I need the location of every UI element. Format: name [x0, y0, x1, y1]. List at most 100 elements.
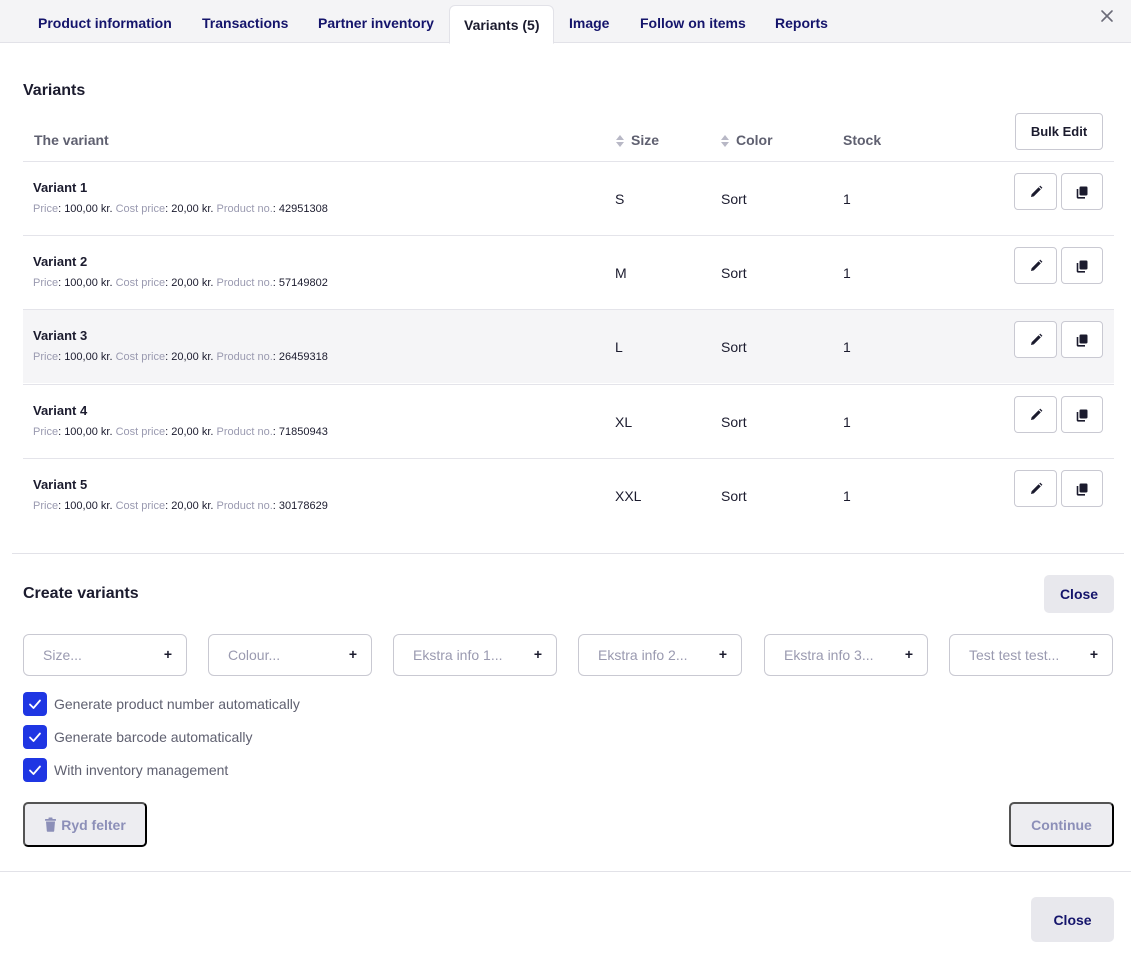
- product-no-value: 71850943: [278, 426, 328, 438]
- variant-meta: Price: 100,00 kr. Cost price: 20,00 kr. …: [33, 203, 328, 215]
- column-header-stock: Stock: [843, 132, 882, 148]
- create-variants-title: Create variants: [23, 585, 139, 602]
- table-row: Variant 4 Price: 100,00 kr. Cost price: …: [23, 384, 1114, 458]
- product-no-label: Product no.: [216, 500, 273, 512]
- variant-size: XL: [615, 414, 633, 430]
- extra-info-3-input[interactable]: Ekstra info 3... +: [764, 634, 928, 676]
- close-dialog-button[interactable]: Close: [1031, 897, 1114, 942]
- variant-stock: 1: [843, 488, 851, 504]
- colour-attribute-input[interactable]: Colour... +: [208, 634, 372, 676]
- price-label: Price: [33, 426, 59, 438]
- product-no-label: Product no.: [216, 426, 273, 438]
- cost-price-value: 20,00 kr.: [171, 277, 214, 289]
- bulk-edit-button[interactable]: Bulk Edit: [1015, 113, 1103, 150]
- edit-variant-button[interactable]: [1014, 247, 1057, 284]
- size-attribute-input[interactable]: Size... +: [23, 634, 187, 676]
- tab-variants[interactable]: Variants (5): [449, 5, 555, 44]
- variant-stock: 1: [843, 191, 851, 207]
- cost-price-label: Cost price: [115, 500, 166, 512]
- edit-variant-button[interactable]: [1014, 396, 1057, 433]
- table-row: Variant 1 Price: 100,00 kr. Cost price: …: [23, 161, 1114, 235]
- column-header-variant: The variant: [34, 132, 109, 148]
- sort-icon: [721, 135, 729, 148]
- table-row: Variant 3 Price: 100,00 kr. Cost price: …: [23, 309, 1114, 383]
- checkbox-label: Generate barcode automatically: [54, 729, 253, 745]
- column-header-color[interactable]: Color: [720, 132, 773, 148]
- variant-color: Sort: [721, 488, 747, 504]
- product-no-label: Product no.: [216, 203, 273, 215]
- edit-variant-button[interactable]: [1014, 173, 1057, 210]
- plus-icon[interactable]: +: [534, 646, 542, 662]
- plus-icon[interactable]: +: [1090, 646, 1098, 662]
- variant-name: Variant 1: [33, 180, 88, 195]
- test-attribute-input[interactable]: Test test test... +: [949, 634, 1113, 676]
- edit-variant-button[interactable]: [1014, 470, 1057, 507]
- product-no-label: Product no.: [216, 351, 273, 363]
- cost-price-label: Cost price: [115, 203, 166, 215]
- plus-icon[interactable]: +: [349, 646, 357, 662]
- edit-variant-button[interactable]: [1014, 321, 1057, 358]
- generate-product-number-checkbox-row[interactable]: Generate product number automatically: [23, 692, 300, 716]
- inventory-management-checkbox[interactable]: [23, 758, 47, 782]
- price-value: 100,00 kr.: [64, 426, 113, 438]
- footer-divider: [0, 871, 1131, 872]
- column-header-color-label: Color: [736, 132, 773, 148]
- close-icon[interactable]: [1099, 8, 1115, 24]
- variant-size: L: [615, 339, 623, 355]
- pencil-icon: [1030, 333, 1042, 345]
- table-row: Variant 2 Price: 100,00 kr. Cost price: …: [23, 235, 1114, 309]
- cost-price-value: 20,00 kr.: [171, 500, 214, 512]
- price-value: 100,00 kr.: [64, 203, 113, 215]
- cost-price-value: 20,00 kr.: [171, 203, 214, 215]
- pencil-icon: [1030, 482, 1042, 494]
- plus-icon[interactable]: +: [719, 646, 727, 662]
- variant-meta: Price: 100,00 kr. Cost price: 20,00 kr. …: [33, 277, 328, 289]
- generate-barcode-checkbox[interactable]: [23, 725, 47, 749]
- product-no-value: 26459318: [278, 351, 328, 363]
- price-value: 100,00 kr.: [64, 351, 113, 363]
- variant-size: S: [615, 191, 625, 207]
- tab-product-information[interactable]: Product information: [38, 0, 172, 43]
- column-header-size[interactable]: Size: [615, 132, 659, 148]
- attribute-placeholder: Colour...: [228, 647, 281, 663]
- price-label: Price: [33, 203, 59, 215]
- cost-price-value: 20,00 kr.: [171, 351, 214, 363]
- variant-color: Sort: [721, 191, 747, 207]
- variant-name: Variant 2: [33, 254, 88, 269]
- tab-image[interactable]: Image: [569, 0, 609, 43]
- plus-icon[interactable]: +: [164, 646, 172, 662]
- inventory-management-checkbox-row[interactable]: With inventory management: [23, 758, 228, 782]
- generate-barcode-checkbox-row[interactable]: Generate barcode automatically: [23, 725, 252, 749]
- tab-follow-on-items[interactable]: Follow on items: [640, 0, 746, 43]
- tab-reports[interactable]: Reports: [775, 0, 828, 43]
- product-no-value: 30178629: [278, 500, 328, 512]
- extra-info-2-input[interactable]: Ekstra info 2... +: [578, 634, 742, 676]
- sort-icon: [616, 135, 624, 148]
- copy-variant-button[interactable]: [1061, 173, 1103, 210]
- continue-button[interactable]: Continue: [1009, 802, 1114, 847]
- product-no-value: 57149802: [278, 277, 328, 289]
- tab-bar: Product information Transactions Partner…: [0, 0, 1131, 44]
- plus-icon[interactable]: +: [905, 646, 913, 662]
- copy-variant-button[interactable]: [1061, 470, 1103, 507]
- table-row: Variant 5 Price: 100,00 kr. Cost price: …: [23, 458, 1114, 532]
- copy-variant-button[interactable]: [1061, 396, 1103, 433]
- copy-icon: [1076, 483, 1088, 496]
- variant-stock: 1: [843, 414, 851, 430]
- cost-price-label: Cost price: [115, 277, 166, 289]
- variants-title: Variants: [23, 82, 86, 99]
- copy-variant-button[interactable]: [1061, 321, 1103, 358]
- clear-fields-button[interactable]: Ryd felter: [23, 802, 147, 847]
- checkbox-label: Generate product number automatically: [54, 696, 300, 712]
- variant-stock: 1: [843, 265, 851, 281]
- copy-icon: [1076, 334, 1088, 347]
- copy-variant-button[interactable]: [1061, 247, 1103, 284]
- tab-partner-inventory[interactable]: Partner inventory: [318, 0, 434, 43]
- close-create-button[interactable]: Close: [1044, 575, 1114, 613]
- tab-transactions[interactable]: Transactions: [202, 0, 288, 43]
- extra-info-1-input[interactable]: Ekstra info 1... +: [393, 634, 557, 676]
- generate-product-number-checkbox[interactable]: [23, 692, 47, 716]
- copy-icon: [1076, 260, 1088, 273]
- attribute-placeholder: Size...: [43, 647, 82, 663]
- variant-meta: Price: 100,00 kr. Cost price: 20,00 kr. …: [33, 426, 328, 438]
